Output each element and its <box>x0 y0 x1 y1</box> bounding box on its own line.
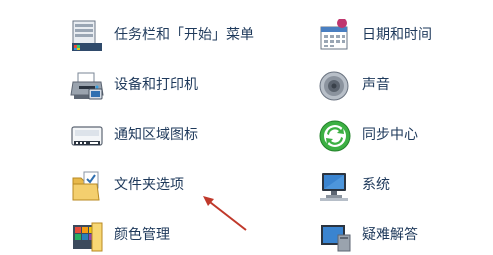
item-label: 通知区域图标 <box>114 127 198 143</box>
sync-center-icon <box>318 119 352 153</box>
system-computer-icon <box>318 169 352 203</box>
item-sync-center[interactable]: 同步中心 <box>318 115 488 155</box>
printer-icon <box>70 69 104 103</box>
item-sound[interactable]: 声音 <box>318 65 488 105</box>
notification-area-icon <box>70 119 104 153</box>
item-label: 疑难解答 <box>362 227 418 243</box>
item-system[interactable]: 系统 <box>318 165 488 205</box>
item-label: 日期和时间 <box>362 27 432 43</box>
item-label: 文件夹选项 <box>114 177 184 193</box>
item-notification-area-icons[interactable]: 通知区域图标 <box>70 115 290 155</box>
item-label: 系统 <box>362 177 390 193</box>
item-label: 任务栏和「开始」菜单 <box>114 27 254 43</box>
item-taskbar-start-menu[interactable]: 任务栏和「开始」菜单 <box>70 15 290 55</box>
item-devices-printers[interactable]: 设备和打印机 <box>70 65 290 105</box>
speaker-icon <box>318 69 352 103</box>
item-label: 声音 <box>362 77 390 93</box>
item-folder-options[interactable]: 文件夹选项 <box>70 165 290 205</box>
taskbar-start-menu-icon <box>70 19 104 53</box>
item-color-management[interactable]: 颜色管理 <box>70 215 290 255</box>
folder-options-icon <box>70 169 104 203</box>
calendar-clock-icon <box>318 19 352 53</box>
item-label: 颜色管理 <box>114 227 170 243</box>
item-troubleshooting[interactable]: 疑难解答 <box>318 215 488 255</box>
item-label: 设备和打印机 <box>114 77 198 93</box>
item-label: 同步中心 <box>362 127 418 143</box>
item-date-time[interactable]: 日期和时间 <box>318 15 488 55</box>
